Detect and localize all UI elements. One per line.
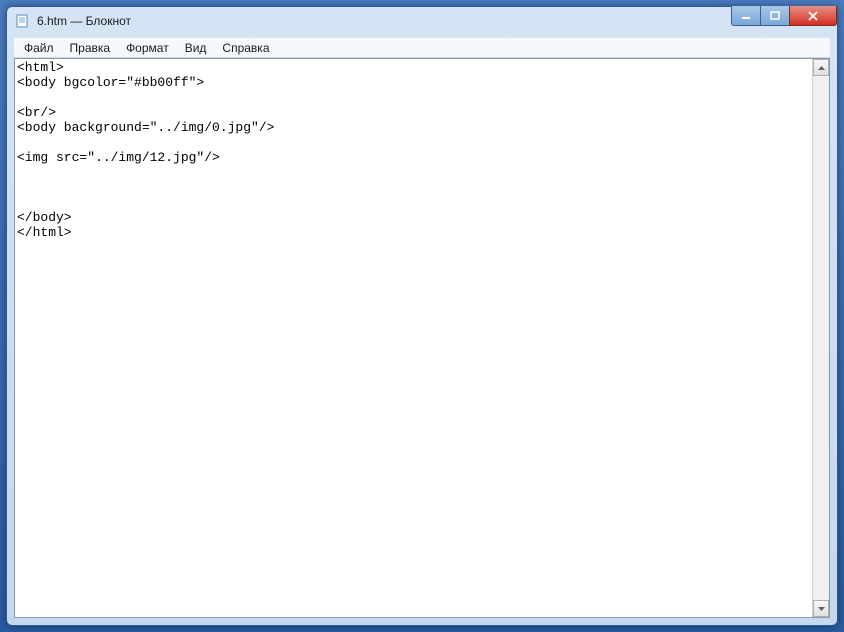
menu-edit[interactable]: Правка — [62, 39, 119, 57]
menu-view[interactable]: Вид — [177, 39, 215, 57]
scroll-track[interactable] — [813, 76, 829, 600]
menu-file[interactable]: Файл — [16, 39, 62, 57]
scroll-down-button[interactable] — [813, 600, 829, 617]
scroll-up-button[interactable] — [813, 59, 829, 76]
app-icon — [15, 13, 31, 29]
notepad-window: 6.htm — Блокнот Файл Правка Формат Вид С… — [6, 6, 838, 626]
close-button[interactable] — [789, 6, 837, 26]
text-editor[interactable]: <html> <body bgcolor="#bb00ff"> <br/> <b… — [15, 59, 812, 617]
menubar: Файл Правка Формат Вид Справка — [14, 37, 830, 58]
vertical-scrollbar[interactable] — [812, 59, 829, 617]
menu-format[interactable]: Формат — [118, 39, 177, 57]
editor-container: <html> <body bgcolor="#bb00ff"> <br/> <b… — [14, 58, 830, 618]
window-title: 6.htm — Блокнот — [35, 14, 833, 28]
titlebar[interactable]: 6.htm — Блокнот — [7, 7, 837, 35]
minimize-button[interactable] — [731, 6, 761, 26]
maximize-button[interactable] — [760, 6, 790, 26]
menu-help[interactable]: Справка — [214, 39, 277, 57]
window-controls — [732, 6, 837, 26]
